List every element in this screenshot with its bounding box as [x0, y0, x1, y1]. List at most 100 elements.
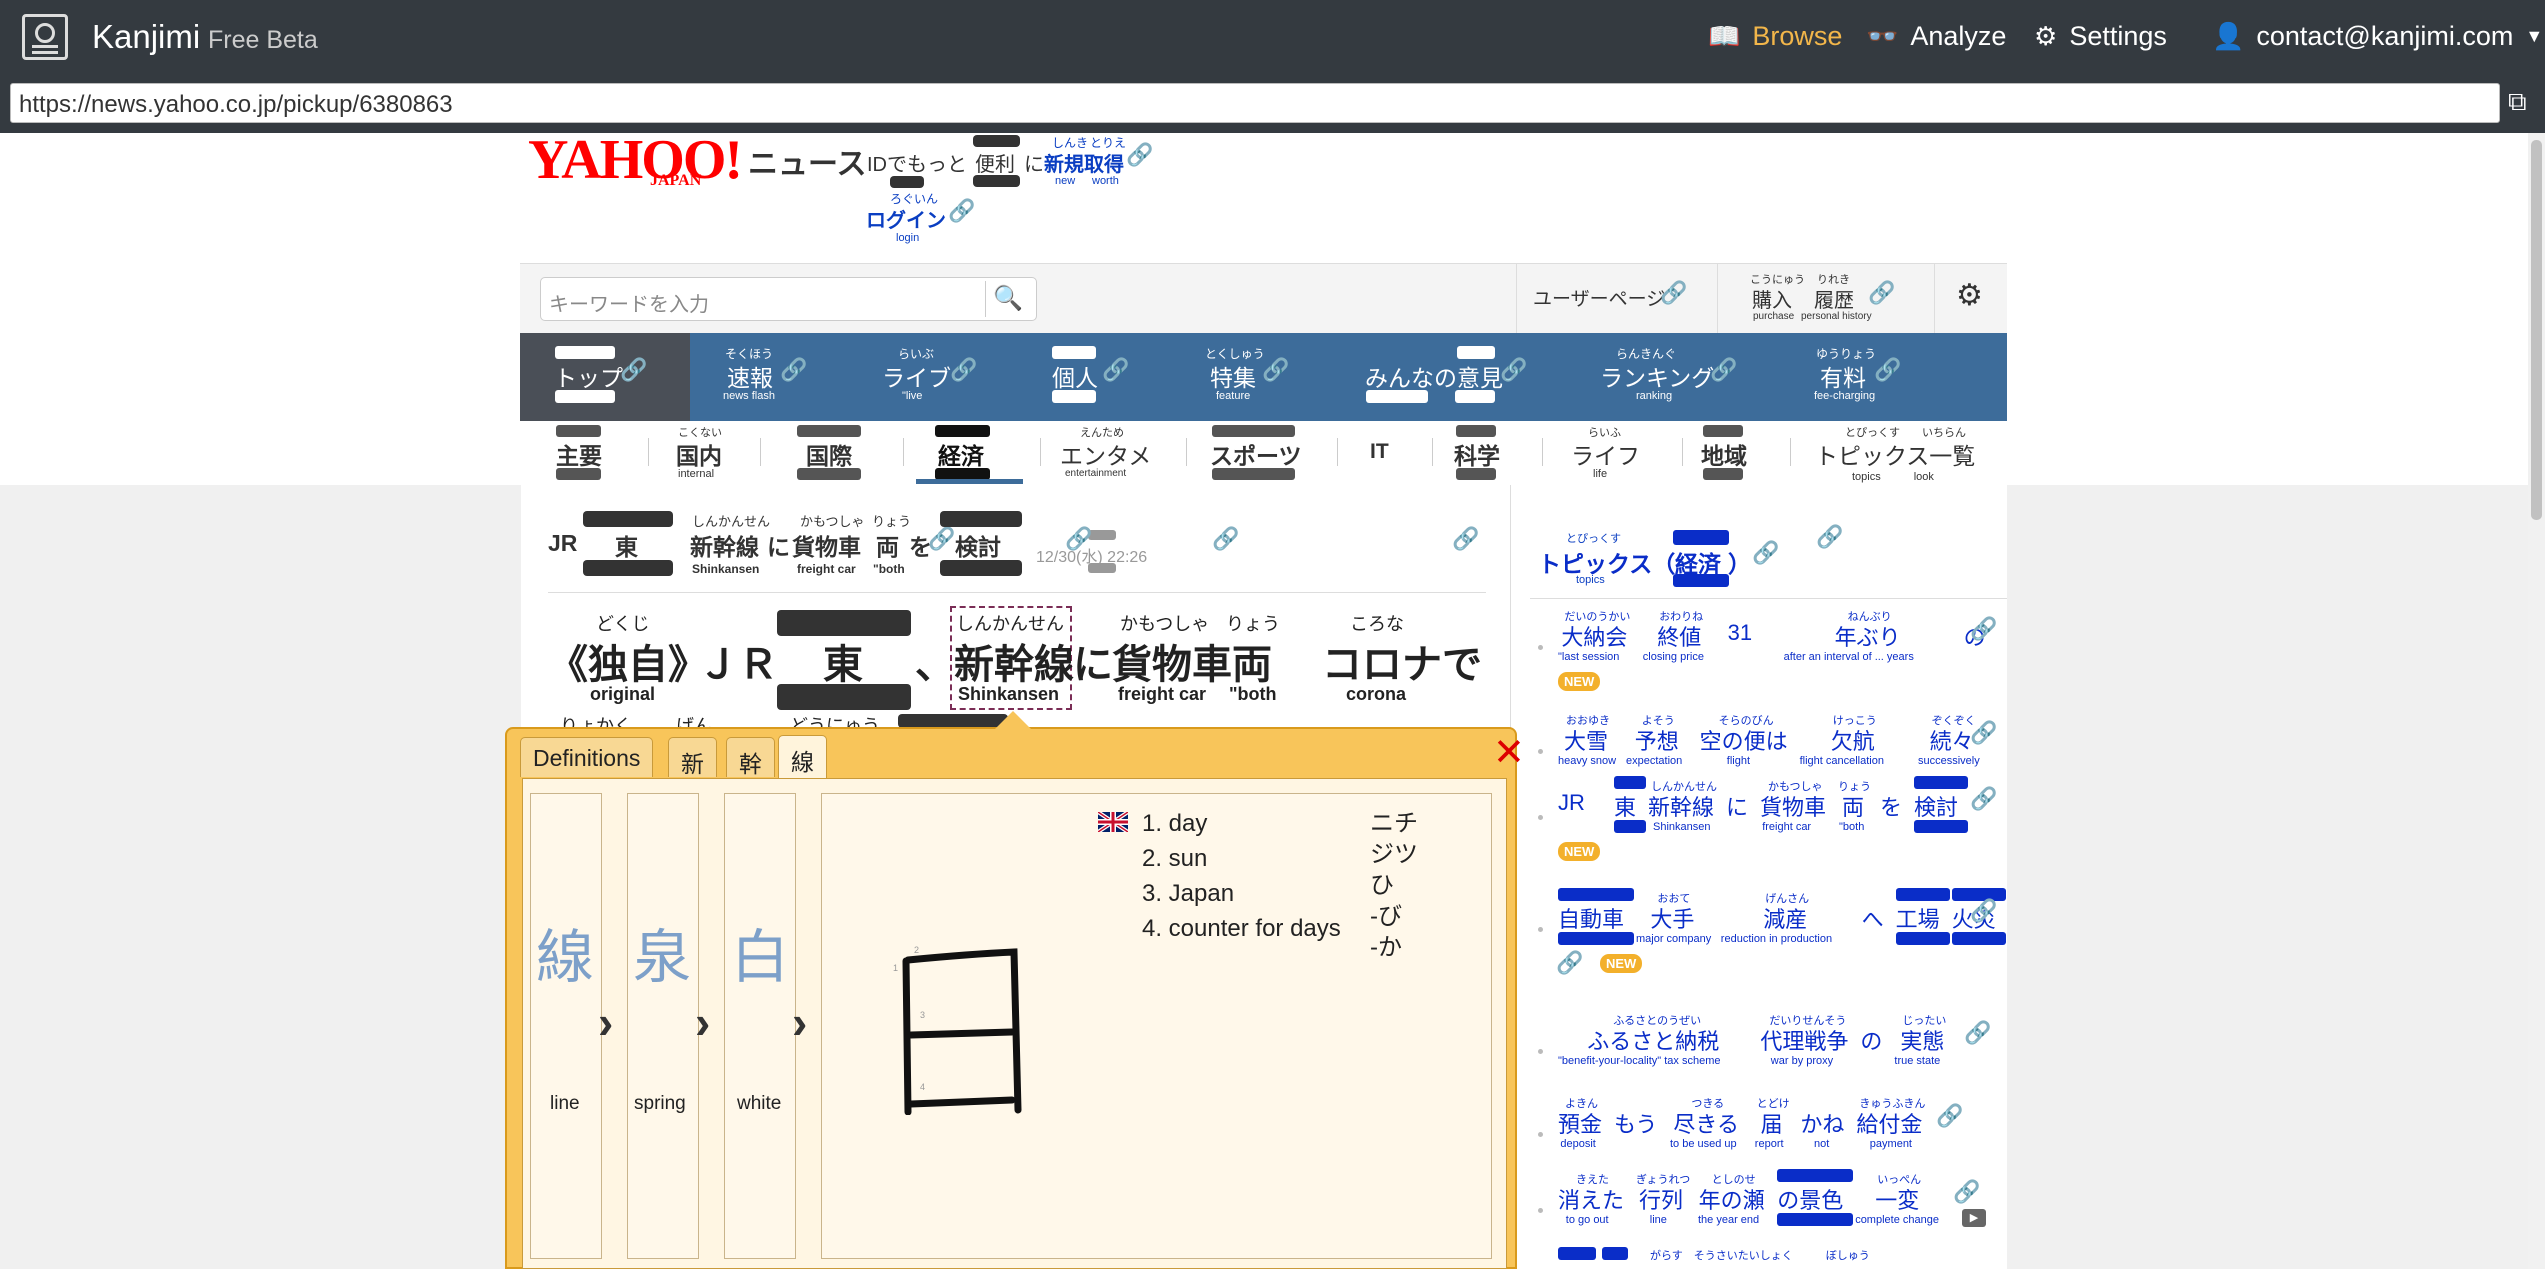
- kanjimi-logo-icon[interactable]: [22, 14, 68, 60]
- topic-word[interactable]: 届: [1761, 1107, 1783, 1139]
- topic-word[interactable]: 年ぶり: [1835, 620, 1901, 652]
- topic-word[interactable]: もう: [1614, 1107, 1657, 1139]
- chain-kanji-3[interactable]: 白: [731, 910, 789, 994]
- external-link-icon[interactable]: ⧉: [2508, 86, 2527, 118]
- subnav-life[interactable]: ライフ: [1571, 437, 1640, 471]
- user-page-link[interactable]: ユーザーページ: [1533, 284, 1665, 311]
- title-freight[interactable]: 貨物車: [1112, 632, 1232, 690]
- nav-account[interactable]: 👤 contact@kanjimi.com ▼: [2212, 21, 2543, 52]
- topic-word[interactable]: 減産: [1763, 902, 1807, 934]
- topic-word[interactable]: かね: [1800, 1107, 1844, 1139]
- topic-word[interactable]: に: [1726, 790, 1748, 822]
- topic-word[interactable]: を: [1880, 790, 1902, 822]
- topic-word[interactable]: 年の瀬: [1699, 1183, 1765, 1215]
- link-icon[interactable]: 🔗: [1710, 357, 1737, 383]
- topic-word[interactable]: 預金: [1558, 1107, 1602, 1139]
- topic-word[interactable]: 大雪: [1564, 724, 1608, 756]
- promo-signup-link[interactable]: 新規取得: [1044, 148, 1124, 177]
- link-icon[interactable]: 🔗: [1874, 357, 1901, 383]
- topic-word[interactable]: 続々: [1930, 724, 1974, 756]
- nav-live[interactable]: ライブ: [882, 359, 951, 393]
- link-icon[interactable]: 🔗: [1816, 524, 1843, 550]
- nav-top[interactable]: トップ: [554, 359, 623, 393]
- yahoo-news-label[interactable]: ニュース: [748, 139, 867, 183]
- nav-tokushu[interactable]: 特集: [1210, 359, 1256, 393]
- close-icon[interactable]: ✕: [1493, 730, 1525, 775]
- nav-analyze[interactable]: 👓 Analyze: [1866, 21, 2006, 52]
- app-name[interactable]: Kanjimi: [92, 18, 200, 56]
- kanji-chain-card-1[interactable]: [530, 793, 602, 1259]
- title-ryo[interactable]: 両: [1232, 632, 1272, 690]
- title-dokuji[interactable]: 《独自》: [548, 632, 708, 690]
- header-ni[interactable]: に: [767, 528, 790, 562]
- purchase-link[interactable]: 購入: [1752, 284, 1792, 313]
- topic-word[interactable]: 大手: [1650, 902, 1694, 934]
- subnav-keizai-active[interactable]: 経済: [938, 437, 984, 471]
- link-icon[interactable]: 🔗: [950, 357, 977, 383]
- topic-word[interactable]: 給付金: [1856, 1107, 1922, 1139]
- nav-yuryo[interactable]: 有料: [1820, 359, 1866, 393]
- header-kento[interactable]: 検討: [955, 528, 1001, 562]
- tab-kan[interactable]: 幹: [726, 737, 775, 777]
- link-icon[interactable]: 🔗: [1970, 616, 1997, 642]
- link-icon[interactable]: 🔗: [1660, 280, 1687, 306]
- header-shinkansen[interactable]: 新幹線: [690, 528, 759, 562]
- topic-word[interactable]: 貨物車: [1760, 790, 1826, 822]
- subnav-kokunai[interactable]: 国内: [676, 437, 722, 471]
- subnav-topics-list[interactable]: トピックス一覧: [1815, 437, 1975, 471]
- link-icon[interactable]: 🔗: [928, 526, 955, 552]
- search-icon[interactable]: 🔍: [985, 281, 1030, 317]
- topic-word[interactable]: へ: [1862, 902, 1884, 934]
- search-input[interactable]: キーワードを入力: [540, 277, 1037, 321]
- nav-sokuho[interactable]: 速報: [727, 359, 773, 393]
- link-icon[interactable]: 🔗: [1953, 1179, 1980, 1205]
- link-icon[interactable]: 🔗: [1970, 898, 1997, 924]
- chain-kanji-2[interactable]: 泉: [633, 910, 691, 994]
- subnav-shuyo[interactable]: 主要: [556, 437, 602, 471]
- topic-word[interactable]: 尽きる: [1673, 1107, 1739, 1139]
- nav-minna[interactable]: みんなの意見: [1365, 359, 1503, 393]
- tab-definitions[interactable]: Definitions: [520, 737, 654, 777]
- topic-word[interactable]: 新幹線: [1648, 790, 1714, 822]
- link-icon[interactable]: 🔗: [1500, 357, 1527, 383]
- topic-word[interactable]: 自動車: [1558, 902, 1624, 934]
- link-icon[interactable]: 🔗: [1102, 357, 1129, 383]
- topic-word[interactable]: 終値: [1657, 620, 1701, 652]
- url-input[interactable]: https://news.yahoo.co.jp/pickup/6380863: [10, 83, 2500, 123]
- link-icon[interactable]: 🔗: [1126, 142, 1153, 168]
- topic-word[interactable]: JR: [1558, 790, 1585, 816]
- subnav-kagaku[interactable]: 科学: [1454, 437, 1500, 471]
- header-ryo[interactable]: 両: [876, 528, 899, 562]
- title-corona[interactable]: コロナで: [1322, 632, 1482, 690]
- title-jr[interactable]: ＪＲ: [698, 632, 778, 690]
- link-icon[interactable]: 🔗: [948, 198, 975, 224]
- link-icon[interactable]: 🔗: [1556, 950, 1583, 976]
- nav-settings[interactable]: ⚙ Settings: [2034, 21, 2167, 52]
- link-icon[interactable]: 🔗: [1212, 526, 1239, 552]
- page-scrollbar-thumb[interactable]: [2531, 140, 2542, 520]
- header-east[interactable]: 東: [615, 528, 638, 562]
- subnav-kokusai[interactable]: 国際: [806, 437, 852, 471]
- topic-word[interactable]: 工場: [1896, 902, 1940, 934]
- kanji-chain-card-2[interactable]: [627, 793, 699, 1259]
- topic-word[interactable]: 代理戦争: [1760, 1024, 1848, 1056]
- history-link[interactable]: 履歴: [1814, 284, 1854, 313]
- link-icon[interactable]: 🔗: [1262, 357, 1289, 383]
- link-icon[interactable]: 🔗: [780, 357, 807, 383]
- nav-kojin[interactable]: 個人: [1052, 359, 1098, 393]
- topic-word[interactable]: 31: [1728, 620, 1752, 646]
- sidebar-heading[interactable]: トピックス（: [1538, 545, 1675, 579]
- title-shinkansen[interactable]: 新幹線: [954, 632, 1074, 690]
- topic-word[interactable]: 空の便は: [1700, 724, 1788, 756]
- topic-word[interactable]: 欠航: [1831, 724, 1875, 756]
- link-icon[interactable]: 🔗: [1868, 280, 1895, 306]
- link-icon[interactable]: 🔗: [1936, 1103, 1963, 1129]
- gear-icon[interactable]: ⚙: [1956, 278, 1983, 313]
- link-icon[interactable]: 🔗: [1970, 786, 1997, 812]
- link-icon[interactable]: 🔗: [1964, 1020, 1991, 1046]
- header-freight[interactable]: 貨物車: [792, 528, 861, 562]
- topic-word[interactable]: 行列: [1639, 1183, 1683, 1215]
- topic-word[interactable]: の: [1860, 1024, 1882, 1056]
- topic-word[interactable]: 消えた: [1558, 1183, 1624, 1215]
- chain-kanji-1[interactable]: 線: [536, 910, 594, 994]
